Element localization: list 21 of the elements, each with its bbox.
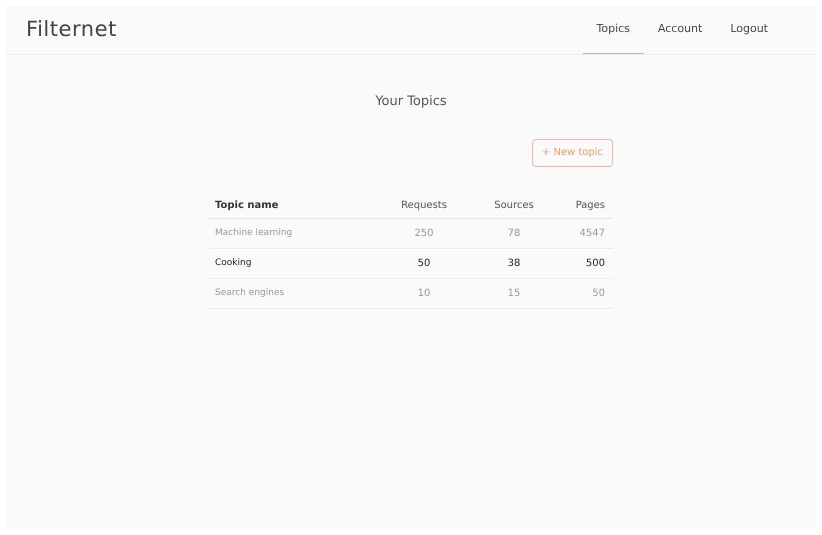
table-cell: 50 <box>359 248 489 278</box>
nav-link[interactable]: Account <box>644 6 716 54</box>
table-cell: Search engines <box>209 278 359 308</box>
table-cell: 38 <box>489 248 539 278</box>
table-cell: 250 <box>359 218 489 248</box>
nav-link[interactable]: Topics <box>582 6 644 54</box>
table-cell: 50 <box>539 278 613 308</box>
table-cell: Cooking <box>209 248 359 278</box>
table-cell: Machine learning <box>209 218 359 248</box>
page-title: Your Topics <box>375 93 447 111</box>
table-cell: 15 <box>489 278 539 308</box>
column-header: Pages <box>539 192 613 218</box>
table-cell: 4547 <box>539 218 613 248</box>
table-cell: 10 <box>359 278 489 308</box>
column-header: Topic name <box>209 192 359 218</box>
brand-logo[interactable]: Filternet <box>26 14 117 46</box>
table-cell: 500 <box>539 248 613 278</box>
column-header: Sources <box>489 192 539 218</box>
table-cell: 78 <box>489 218 539 248</box>
column-header: Requests <box>359 192 489 218</box>
nav-link[interactable]: Logout <box>716 6 782 54</box>
